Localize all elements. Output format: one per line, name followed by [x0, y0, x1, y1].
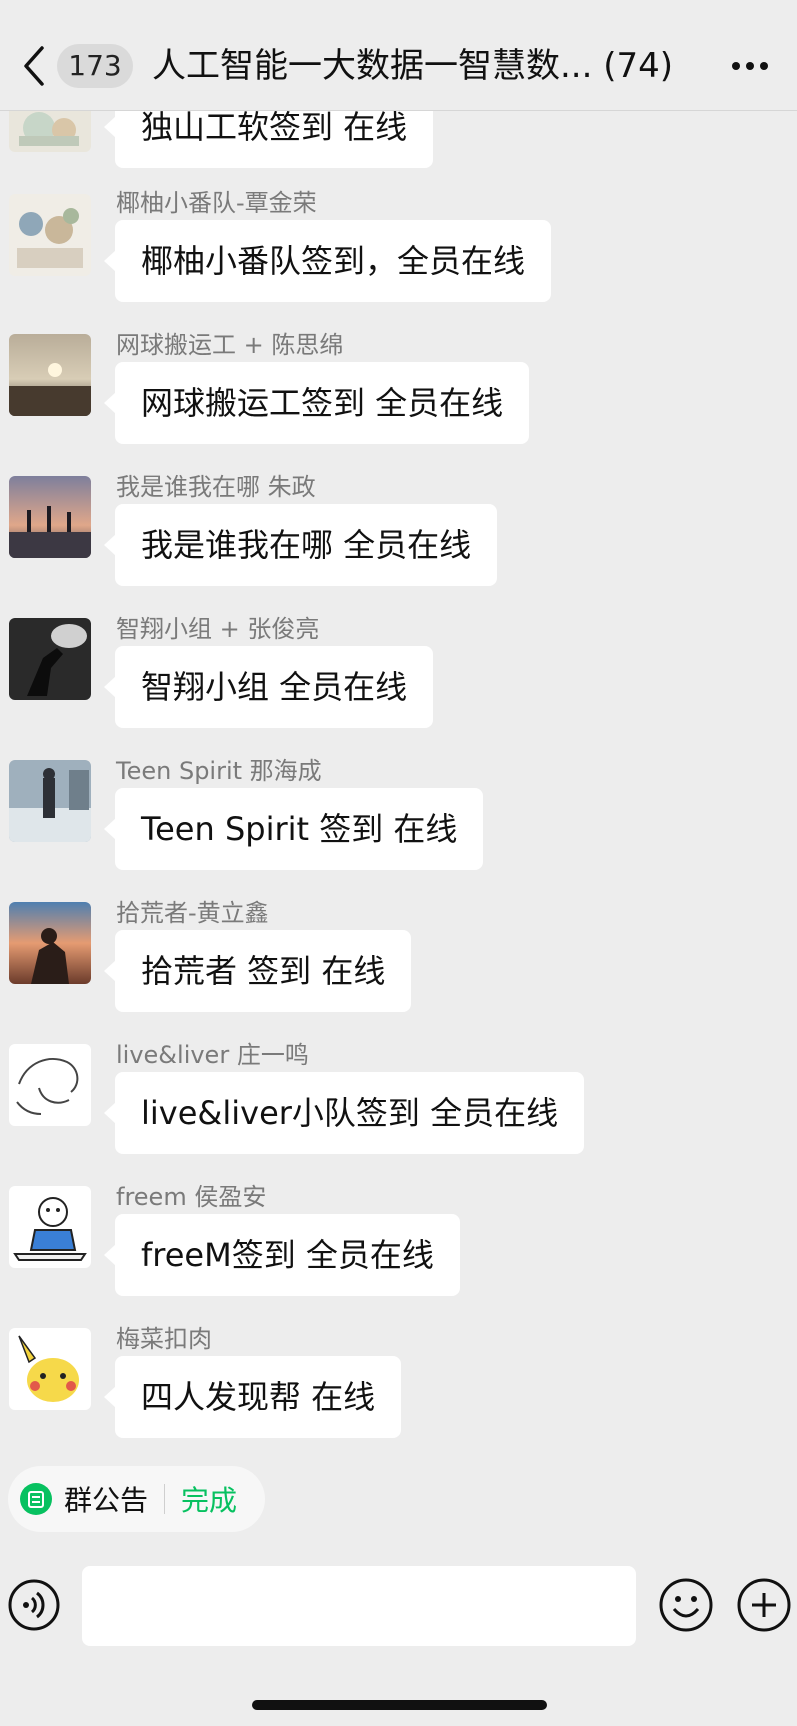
silhouettes-sunset-avatar[interactable]: [9, 476, 91, 558]
unread-count-badge[interactable]: 173: [57, 44, 133, 88]
message-bubble[interactable]: 独山工软签到 在线: [103, 110, 434, 168]
home-indicator: [252, 1700, 547, 1710]
sender-name: Teen Spirit 那海成: [116, 757, 322, 785]
message-item: 网球搬运工 + 陈思绵 网球搬运工签到 全员在线: [0, 330, 797, 472]
plus-icon[interactable]: [736, 1577, 792, 1633]
sunset-sky-person-avatar[interactable]: [9, 902, 91, 984]
message-item: freem 侯盈安 freeM签到 全员在线: [0, 1182, 797, 1324]
message-item: 拾荒者-黄立鑫 拾荒者 签到 在线: [0, 898, 797, 1040]
group-notice-bar[interactable]: 群公告 完成: [8, 1466, 266, 1532]
anime-group-avatar[interactable]: [9, 194, 91, 276]
message-bubble[interactable]: Teen Spirit 签到 在线: [103, 788, 484, 870]
message-bubble[interactable]: 网球搬运工签到 全员在线: [103, 362, 530, 444]
sender-name: 网球搬运工 + 陈思绵: [116, 331, 344, 359]
sender-name: 我是谁我在哪 朱政: [116, 473, 316, 501]
sender-name: 梅菜扣肉: [116, 1325, 212, 1353]
message-bubble[interactable]: live&liver小队签到 全员在线: [103, 1072, 585, 1154]
message-item: 我是谁我在哪 朱政 我是谁我在哪 全员在线: [0, 472, 797, 614]
sender-name: 椰柚小番队-覃金荣: [116, 189, 317, 217]
notice-status[interactable]: 完成: [181, 1479, 237, 1519]
anime-figure-avatar[interactable]: [9, 110, 91, 152]
message-bubble[interactable]: 智翔小组 全员在线: [103, 646, 434, 728]
message-bubble[interactable]: 椰柚小番队签到，全员在线: [103, 220, 552, 302]
back-arrow-icon[interactable]: [22, 44, 46, 88]
cartoon-reader-avatar[interactable]: [9, 1186, 91, 1268]
message-input[interactable]: [82, 1566, 636, 1646]
message-item: Teen Spirit 那海成 Teen Spirit 签到 在线: [0, 756, 797, 898]
line-sketch-avatar[interactable]: [9, 1044, 91, 1126]
more-options-icon[interactable]: [728, 52, 772, 80]
sender-name: 拾荒者-黄立鑫: [116, 899, 269, 927]
hand-shadow-avatar[interactable]: [9, 618, 91, 700]
message-list[interactable]: 独山工软签到 在线 椰柚小番队-覃金荣 椰柚小番队签到，全员在线 网球搬运工 +…: [0, 110, 797, 1450]
sender-name: freem 侯盈安: [116, 1183, 267, 1211]
sender-name: live&liver 庄一鸣: [116, 1041, 309, 1069]
notice-divider: [164, 1484, 166, 1514]
message-bubble[interactable]: 拾荒者 签到 在线: [103, 930, 412, 1012]
message-item: 智翔小组 + 张俊亮 智翔小组 全员在线: [0, 614, 797, 756]
chat-title[interactable]: 人工智能一大数据一智慧数... (74): [152, 42, 692, 90]
emoji-icon[interactable]: [658, 1577, 714, 1633]
message-item: live&liver 庄一鸣 live&liver小队签到 全员在线: [0, 1040, 797, 1182]
pikachu-avatar[interactable]: [9, 1328, 91, 1410]
message-bubble[interactable]: 四人发现帮 在线: [103, 1356, 402, 1438]
sunset-beach-avatar[interactable]: [9, 334, 91, 416]
message-bubble[interactable]: 我是谁我在哪 全员在线: [103, 504, 498, 586]
notice-label: 群公告: [64, 1484, 149, 1517]
message-bubble[interactable]: freeM签到 全员在线: [104, 1214, 460, 1296]
street-walker-avatar[interactable]: [9, 760, 91, 842]
voice-icon[interactable]: [7, 1578, 61, 1632]
notice-icon: [20, 1483, 52, 1515]
chat-header: 173 人工智能一大数据一智慧数... (74): [0, 0, 797, 111]
message-item: 椰柚小番队-覃金荣 椰柚小番队签到，全员在线: [0, 188, 797, 330]
sender-name: 智翔小组 + 张俊亮: [116, 615, 320, 643]
message-item: 梅菜扣肉 四人发现帮 在线: [0, 1324, 797, 1450]
